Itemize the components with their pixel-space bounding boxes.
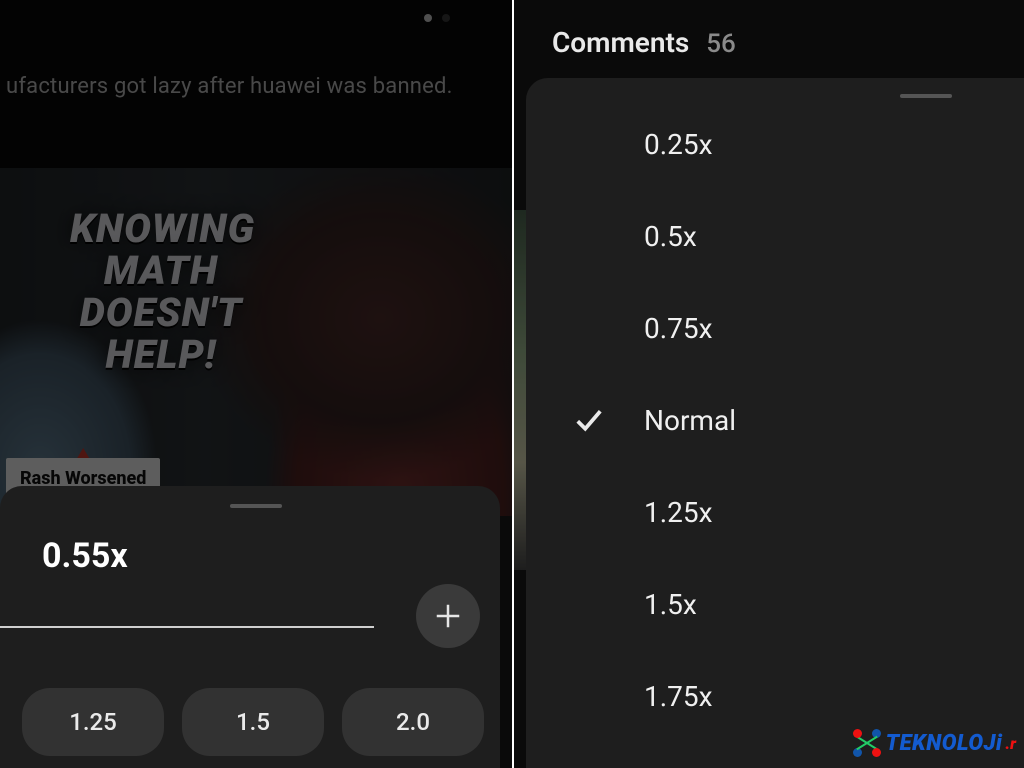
watermark-logo: TEKNOLOJi .r — [850, 726, 1016, 760]
comments-header[interactable]: Comments 56 — [552, 26, 736, 59]
speed-option-label: 0.25x — [630, 128, 712, 161]
speed-slider[interactable] — [38, 610, 474, 644]
speed-option-1_25x[interactable]: 1.25x — [526, 466, 1024, 558]
speed-fine-sheet: 0.55x 1.25 1.5 2.0 — [0, 486, 500, 768]
speed-option-label: 1.75x — [630, 680, 712, 713]
speed-option-label: Normal — [630, 404, 736, 437]
speed-increase-button[interactable] — [416, 584, 480, 648]
speed-option-1_5x[interactable]: 1.5x — [526, 558, 1024, 650]
sheet-handle[interactable] — [230, 504, 282, 508]
speed-chip-2_0[interactable]: 2.0 — [342, 688, 484, 756]
speed-option-0_5x[interactable]: 0.5x — [526, 190, 1024, 282]
watermark-suffix: .r — [1005, 734, 1016, 753]
comparison-stage: ufacturers got lazy after huawei was ban… — [0, 0, 1024, 768]
check-icon — [574, 405, 630, 435]
speed-chip-1_5[interactable]: 1.5 — [182, 688, 324, 756]
speed-slider-track — [0, 626, 374, 628]
speed-option-Normal[interactable]: Normal — [526, 374, 1024, 466]
comments-count: 56 — [706, 29, 736, 59]
speed-preset-row: 1.25 1.5 2.0 — [22, 688, 484, 756]
top-dim — [0, 0, 512, 168]
plus-icon — [433, 601, 463, 631]
thumbnail-dim — [0, 168, 512, 516]
right-phone: Comments 56 0.25x 0.5x 0.75x Normal 1.25x 1.5… — [514, 0, 1024, 768]
left-phone: ufacturers got lazy after huawei was ban… — [0, 0, 512, 768]
watermark-text: TEKNOLOJi — [886, 731, 1003, 756]
speed-option-label: 1.5x — [630, 588, 697, 621]
comments-label: Comments — [552, 26, 689, 59]
speed-options-sheet: 0.25x 0.5x 0.75x Normal 1.25x 1.5x 1.75x — [526, 78, 1024, 768]
watermark-icon — [850, 726, 884, 760]
speed-option-label: 0.5x — [630, 220, 697, 253]
video-thumbnail[interactable]: KNOWING MATH DOESN'T HELP! Rash Worsened — [0, 168, 512, 516]
speed-option-label: 1.25x — [630, 496, 712, 529]
speed-chip-1_25[interactable]: 1.25 — [22, 688, 164, 756]
speed-current-value: 0.55x — [42, 536, 474, 576]
speed-option-0_25x[interactable]: 0.25x — [526, 98, 1024, 190]
speed-option-0_75x[interactable]: 0.75x — [526, 282, 1024, 374]
speed-option-label: 0.75x — [630, 312, 712, 345]
